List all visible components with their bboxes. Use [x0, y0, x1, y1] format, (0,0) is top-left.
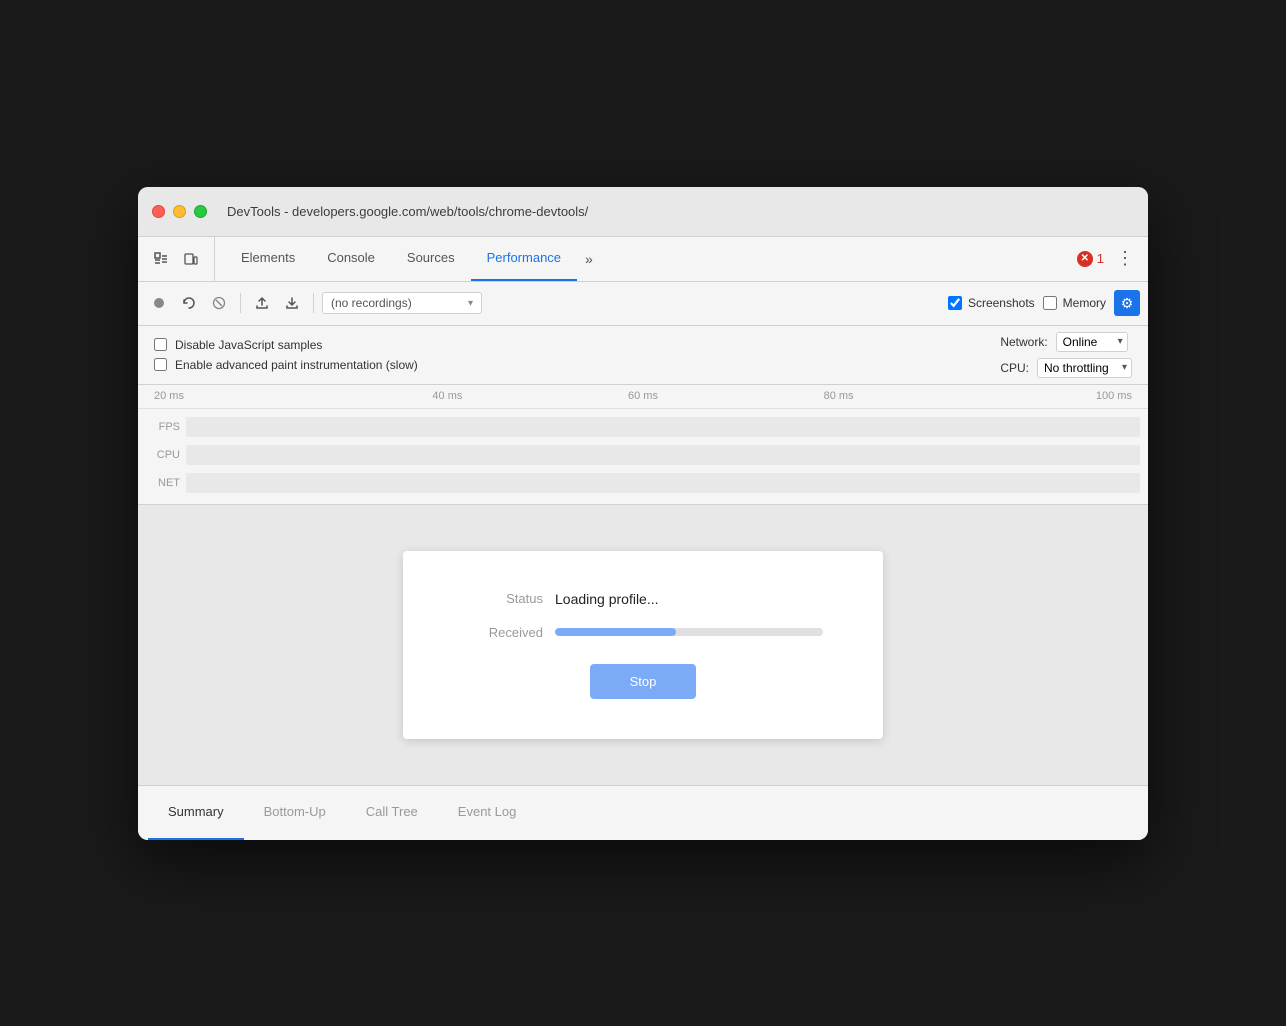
screenshots-checkbox[interactable] — [948, 296, 962, 310]
timeline-mark-60: 60 ms — [545, 390, 741, 402]
received-row: Received — [463, 625, 823, 640]
main-tabs: Elements Console Sources Performance » — [225, 237, 601, 281]
clear-button[interactable] — [206, 290, 232, 316]
devtools-menu-button[interactable]: ⋮ — [1112, 248, 1138, 269]
loading-dialog: Status Loading profile... Received Stop — [403, 551, 883, 739]
record-button[interactable] — [146, 290, 172, 316]
tab-console[interactable]: Console — [311, 237, 391, 281]
cpu-select-wrapper: No throttling 4x slowdown 6x slowdown — [1037, 358, 1132, 378]
bottom-tabs: Summary Bottom-Up Call Tree Event Log — [138, 785, 1148, 840]
performance-toolbar: (no recordings) ▾ Screenshots Memory ⚙ — [138, 282, 1148, 326]
close-button[interactable] — [152, 205, 165, 218]
error-badge[interactable]: ✕ 1 — [1077, 251, 1104, 267]
bottom-tab-summary[interactable]: Summary — [148, 786, 244, 840]
network-setting: Network: Online Fast 3G Slow 3G Offline — [1000, 332, 1132, 352]
memory-label: Memory — [1063, 296, 1106, 310]
cpu-label: CPU — [146, 449, 186, 461]
timeline: 20 ms 40 ms 60 ms 80 ms 100 ms FPS CPU N… — [138, 385, 1148, 505]
minimize-button[interactable] — [173, 205, 186, 218]
cpu-track: CPU — [138, 441, 1148, 469]
more-tabs-button[interactable]: » — [577, 237, 601, 281]
bottom-tab-event-log[interactable]: Event Log — [438, 786, 537, 840]
settings-right: Network: Online Fast 3G Slow 3G Offline … — [1000, 332, 1132, 378]
window-title: DevTools - developers.google.com/web/too… — [227, 204, 588, 219]
progress-bar-container — [555, 628, 823, 636]
bottom-tab-call-tree[interactable]: Call Tree — [346, 786, 438, 840]
tab-sources[interactable]: Sources — [391, 237, 471, 281]
settings-row: Disable JavaScript samples Enable advanc… — [138, 326, 1148, 385]
fps-track: FPS — [138, 413, 1148, 441]
recordings-dropdown[interactable]: (no recordings) ▾ — [322, 292, 482, 314]
toolbar-divider-1 — [240, 293, 241, 313]
tab-elements[interactable]: Elements — [225, 237, 311, 281]
progress-bar-fill — [555, 628, 676, 636]
download-button[interactable] — [279, 290, 305, 316]
enable-paint-checkbox[interactable] — [154, 358, 167, 371]
main-area: Status Loading profile... Received Stop — [138, 505, 1148, 785]
timeline-marks: 20 ms 40 ms 60 ms 80 ms 100 ms — [138, 390, 1148, 402]
disable-js-checkbox[interactable] — [154, 338, 167, 351]
net-track: NET — [138, 469, 1148, 497]
tab-performance[interactable]: Performance — [471, 237, 577, 281]
cpu-setting: CPU: No throttling 4x slowdown 6x slowdo… — [1000, 358, 1132, 378]
error-circle: ✕ — [1077, 251, 1093, 267]
received-label: Received — [463, 625, 543, 640]
network-select[interactable]: Online Fast 3G Slow 3G Offline — [1056, 332, 1128, 352]
net-track-content — [186, 473, 1140, 493]
fps-label: FPS — [146, 421, 186, 433]
timeline-mark-100: 100 ms — [936, 390, 1132, 402]
timeline-mark-20: 20 ms — [154, 390, 350, 402]
status-value: Loading profile... — [555, 591, 659, 607]
cpu-label: CPU: — [1000, 361, 1029, 375]
enable-paint-setting: Enable advanced paint instrumentation (s… — [154, 358, 418, 372]
net-label: NET — [146, 477, 186, 489]
timeline-ruler: 20 ms 40 ms 60 ms 80 ms 100 ms — [138, 385, 1148, 409]
screenshots-label: Screenshots — [968, 296, 1035, 310]
devtools-window: DevTools - developers.google.com/web/too… — [138, 187, 1148, 840]
status-label: Status — [463, 591, 543, 606]
settings-left: Disable JavaScript samples Enable advanc… — [154, 338, 418, 372]
traffic-lights — [152, 205, 207, 218]
bottom-tab-bottom-up[interactable]: Bottom-Up — [244, 786, 346, 840]
network-select-wrapper: Online Fast 3G Slow 3G Offline — [1056, 332, 1128, 352]
upload-button[interactable] — [249, 290, 275, 316]
disable-js-label: Disable JavaScript samples — [175, 338, 322, 352]
toolbar-divider-2 — [313, 293, 314, 313]
status-row: Status Loading profile... — [463, 591, 823, 607]
toolbar-right: Screenshots Memory ⚙ — [948, 290, 1140, 316]
cpu-track-content — [186, 445, 1140, 465]
disable-js-setting: Disable JavaScript samples — [154, 338, 418, 352]
device-toggle-icon[interactable] — [178, 246, 204, 272]
title-bar: DevTools - developers.google.com/web/too… — [138, 187, 1148, 237]
tab-spacer — [601, 237, 1077, 281]
network-label: Network: — [1000, 335, 1047, 349]
dropdown-arrow-icon: ▾ — [468, 298, 473, 309]
maximize-button[interactable] — [194, 205, 207, 218]
tab-icons — [148, 237, 215, 281]
capture-settings-button[interactable]: ⚙ — [1114, 290, 1140, 316]
enable-paint-label: Enable advanced paint instrumentation (s… — [175, 358, 418, 372]
tab-bar: Elements Console Sources Performance » ✕… — [138, 237, 1148, 282]
screenshots-checkbox-group: Screenshots — [948, 296, 1035, 310]
timeline-mark-80: 80 ms — [741, 390, 937, 402]
memory-checkbox[interactable] — [1043, 296, 1057, 310]
reload-record-button[interactable] — [176, 290, 202, 316]
timeline-tracks: FPS CPU NET — [138, 409, 1148, 501]
tab-right: ✕ 1 ⋮ — [1077, 237, 1138, 281]
timeline-mark-40: 40 ms — [350, 390, 546, 402]
cpu-select[interactable]: No throttling 4x slowdown 6x slowdown — [1037, 358, 1132, 378]
stop-button[interactable]: Stop — [590, 664, 697, 699]
fps-track-content — [186, 417, 1140, 437]
inspect-icon[interactable] — [148, 246, 174, 272]
memory-checkbox-group: Memory — [1043, 296, 1106, 310]
